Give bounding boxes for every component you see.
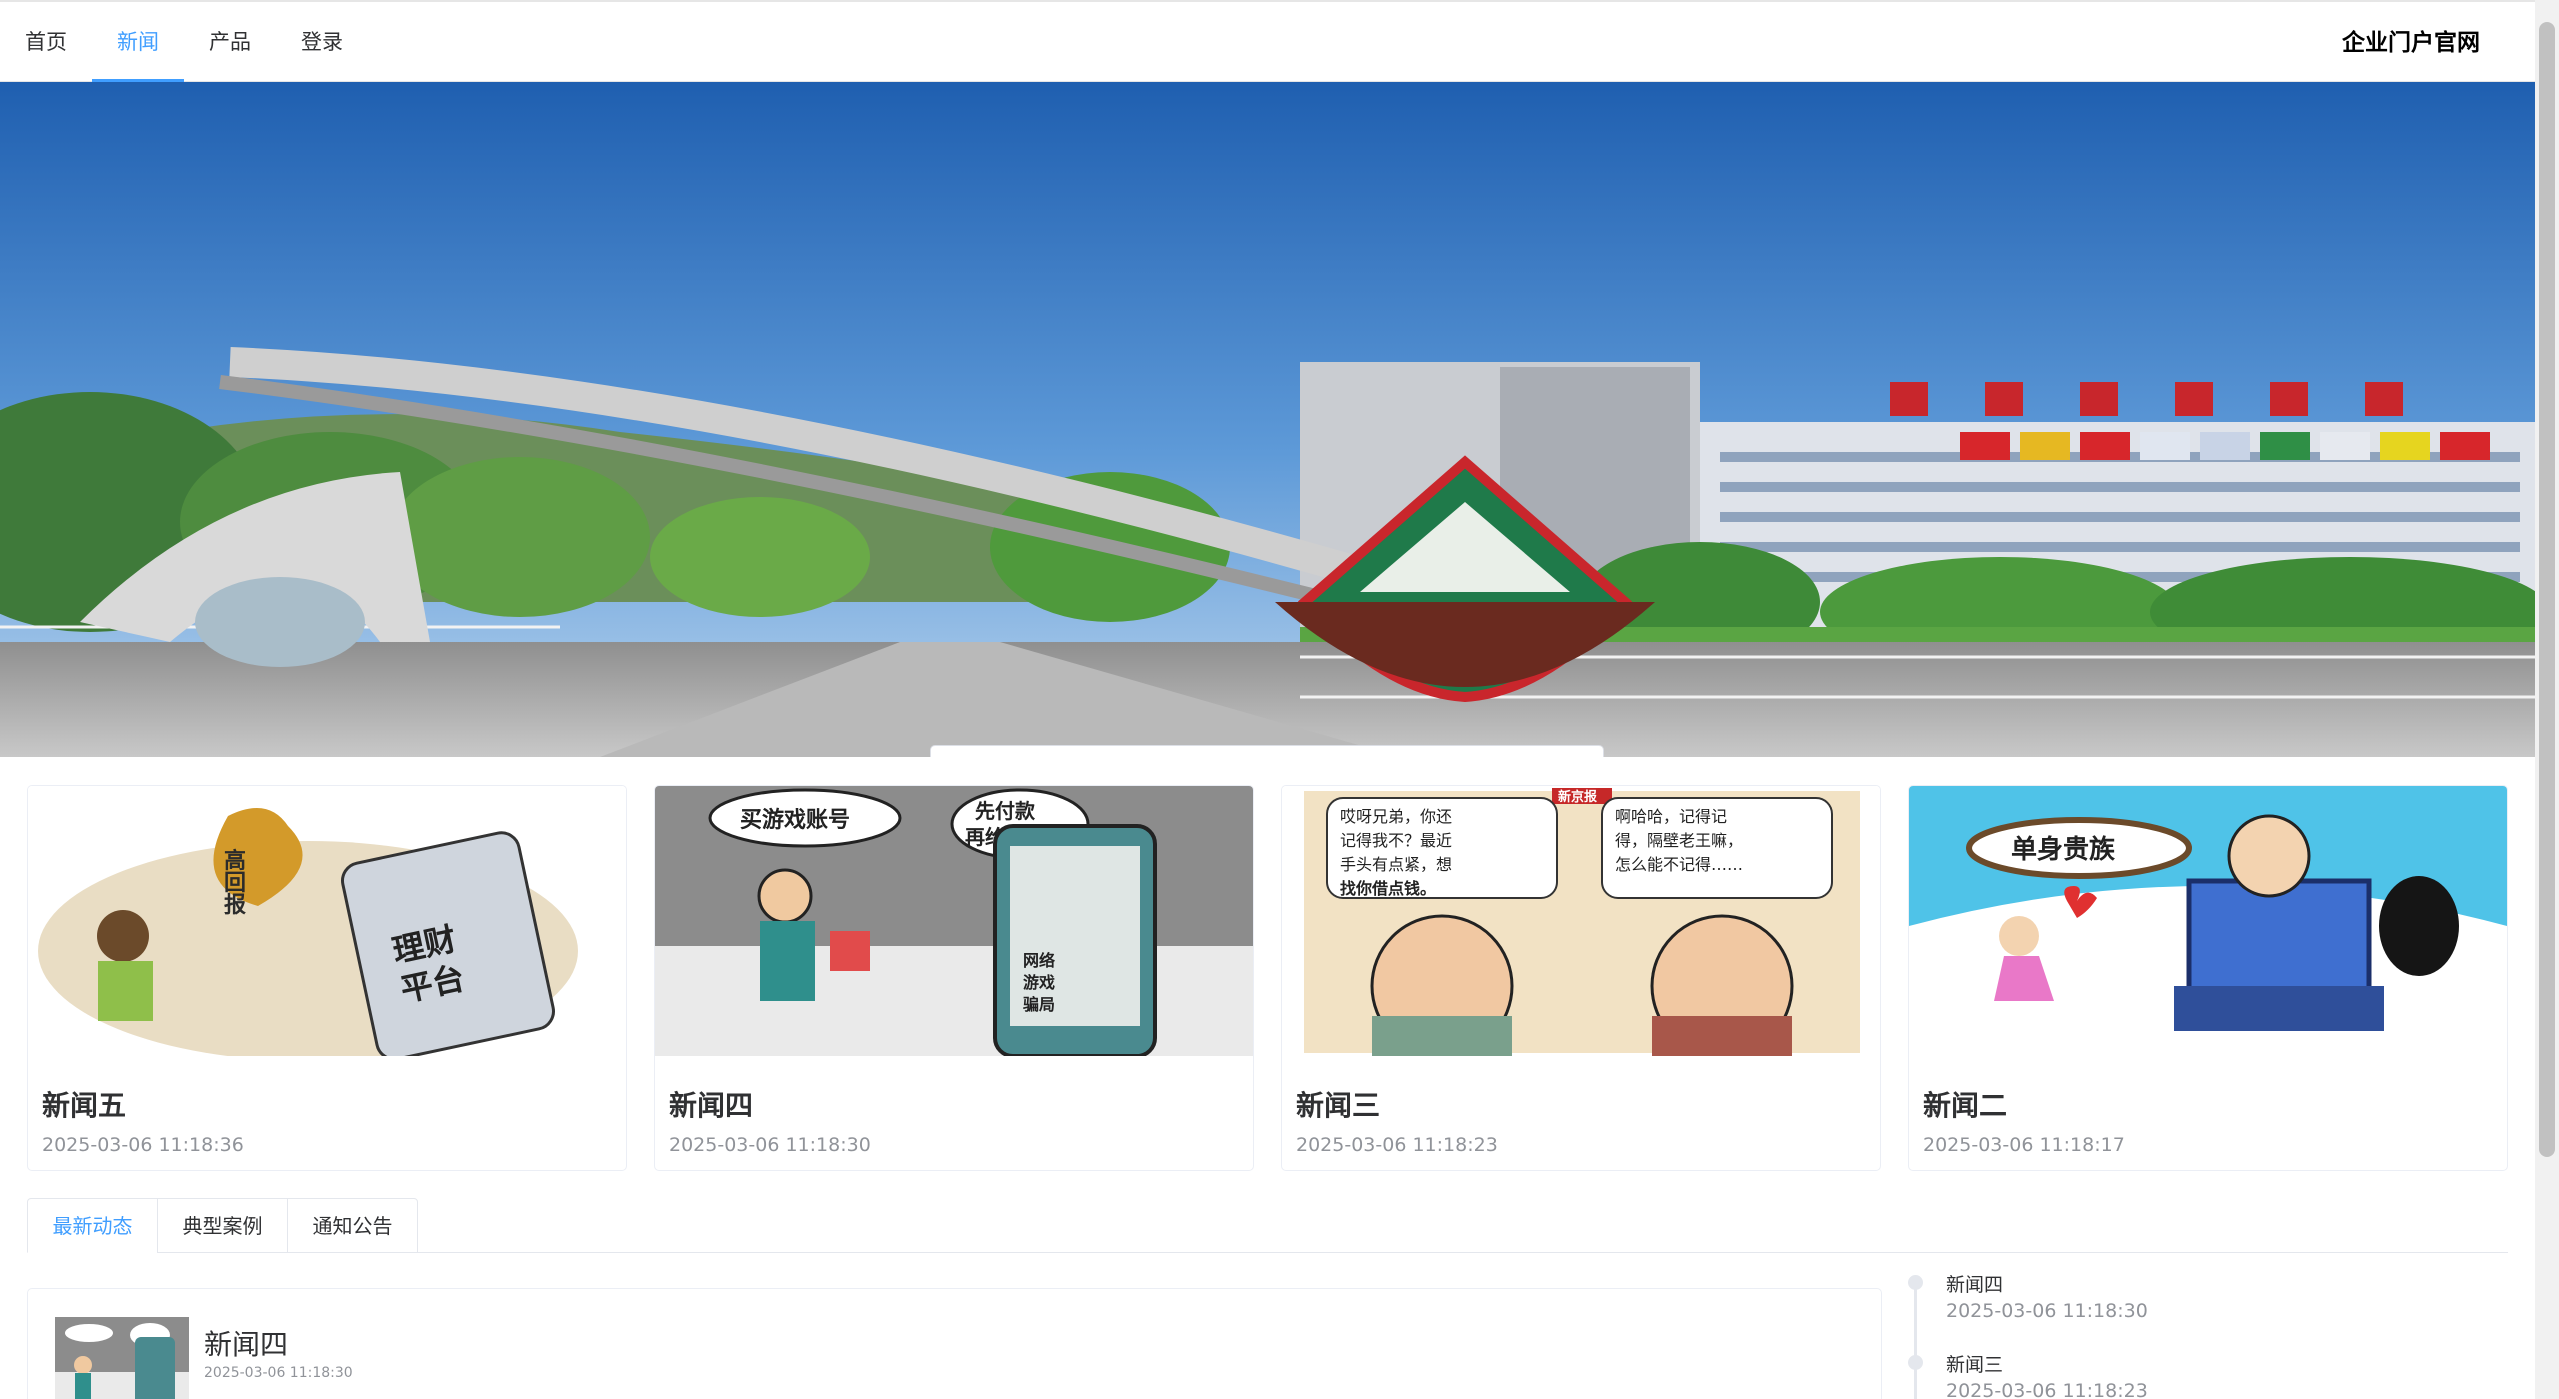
svg-text:哎呀兄弟，你还: 哎呀兄弟，你还 — [1340, 807, 1452, 826]
site-brand-title: 企业门户官网 — [2342, 30, 2480, 56]
svg-text:得，隔壁老王嘛，: 得，隔壁老王嘛， — [1615, 831, 1743, 850]
timeline-item-date: 2025-03-06 11:18:30 — [1946, 1300, 2148, 1322]
svg-text:记得我不？最近: 记得我不？最近 — [1340, 831, 1452, 850]
timeline-item-title[interactable]: 新闻四 — [1946, 1270, 2003, 1297]
news-list-panel: 新闻四 2025-03-06 11:18:30 — [27, 1288, 1882, 1399]
svg-text:啊哈哈，记得记: 啊哈哈，记得记 — [1615, 807, 1727, 826]
nav-item-home[interactable]: 首页 — [0, 2, 92, 82]
timeline-line — [1914, 1285, 1917, 1399]
hero-search-box[interactable] — [930, 745, 1604, 757]
news-card-thumbnail: 买游戏账号 先付款 再给账号 网络 游戏 骗局 — [655, 786, 1253, 1056]
nav-item-products[interactable]: 产品 — [184, 2, 276, 82]
news-card-date: 2025-03-06 11:18:36 — [42, 1134, 244, 1156]
news-card-date: 2025-03-06 11:18:30 — [669, 1134, 871, 1156]
news-card-4[interactable]: 买游戏账号 先付款 再给账号 网络 游戏 骗局 新闻四 2025-03-06 1… — [654, 785, 1254, 1171]
news-card-title[interactable]: 新闻二 — [1923, 1084, 2007, 1124]
list-item-title[interactable]: 新闻四 — [204, 1323, 288, 1363]
nav-item-news[interactable]: 新闻 — [92, 2, 184, 82]
news-card-5[interactable]: 高 回 报 理财 平台 新闻五 2025-03-06 11:18:36 — [27, 785, 627, 1171]
svg-text:网络: 网络 — [1023, 951, 1055, 970]
svg-text:怎么能不记得……: 怎么能不记得…… — [1615, 855, 1743, 874]
svg-text:手头有点紧，想: 手头有点紧，想 — [1340, 855, 1452, 874]
tab-notices[interactable]: 通知公告 — [287, 1198, 418, 1253]
news-card-title[interactable]: 新闻三 — [1296, 1084, 1380, 1124]
nav-item-login[interactable]: 登录 — [276, 2, 368, 82]
svg-text:先付款: 先付款 — [975, 799, 1036, 823]
svg-text:游戏: 游戏 — [1023, 973, 1055, 992]
hero-campus-image — [0, 82, 2535, 757]
list-item-date: 2025-03-06 11:18:30 — [204, 1365, 353, 1381]
news-timeline: 新闻四 2025-03-06 11:18:30 新闻三 2025-03-06 1… — [1900, 1265, 2500, 1399]
timeline-dot — [1908, 1275, 1923, 1290]
timeline-item-title[interactable]: 新闻三 — [1946, 1350, 2003, 1377]
news-card-thumbnail: 高 回 报 理财 平台 — [28, 786, 626, 1056]
hero-banner — [0, 82, 2535, 757]
news-card-date: 2025-03-06 11:18:23 — [1296, 1134, 1498, 1156]
news-card-date: 2025-03-06 11:18:17 — [1923, 1134, 2125, 1156]
news-card-title[interactable]: 新闻四 — [669, 1084, 753, 1124]
svg-text:骗局: 骗局 — [1023, 995, 1055, 1014]
timeline-item-date: 2025-03-06 11:18:23 — [1946, 1380, 2148, 1399]
timeline-dot — [1908, 1355, 1923, 1370]
top-navigation-bar: 首页 新闻 产品 登录 企业门户官网 — [0, 0, 2535, 82]
search-input[interactable] — [979, 746, 1579, 757]
svg-text:新京报: 新京报 — [1558, 789, 1598, 805]
svg-text:买游戏账号: 买游戏账号 — [740, 807, 850, 833]
tab-typical-cases[interactable]: 典型案例 — [157, 1198, 288, 1253]
news-card-3[interactable]: 新京报 哎呀兄弟，你还 记得我不？最近 手头有点紧，想 找你借点钱。 啊哈哈，记… — [1281, 785, 1881, 1171]
tab-latest-news[interactable]: 最新动态 — [27, 1198, 158, 1253]
svg-text:报: 报 — [224, 893, 246, 918]
list-item-thumbnail[interactable] — [55, 1317, 189, 1399]
page-scrollbar-thumb[interactable] — [2539, 22, 2555, 1157]
news-card-thumbnail: 单身贵族 — [1909, 786, 2507, 1056]
news-category-tabs: 最新动态 典型案例 通知公告 — [27, 1198, 2508, 1253]
svg-text:单身贵族: 单身贵族 — [2011, 834, 2116, 865]
news-card-thumbnail: 新京报 哎呀兄弟，你还 记得我不？最近 手头有点紧，想 找你借点钱。 啊哈哈，记… — [1282, 786, 1880, 1056]
news-card-2[interactable]: 单身贵族 新闻二 2025-03-06 11:18:17 — [1908, 785, 2508, 1171]
news-card-title[interactable]: 新闻五 — [42, 1084, 126, 1124]
svg-text:找你借点钱。: 找你借点钱。 — [1340, 879, 1436, 898]
